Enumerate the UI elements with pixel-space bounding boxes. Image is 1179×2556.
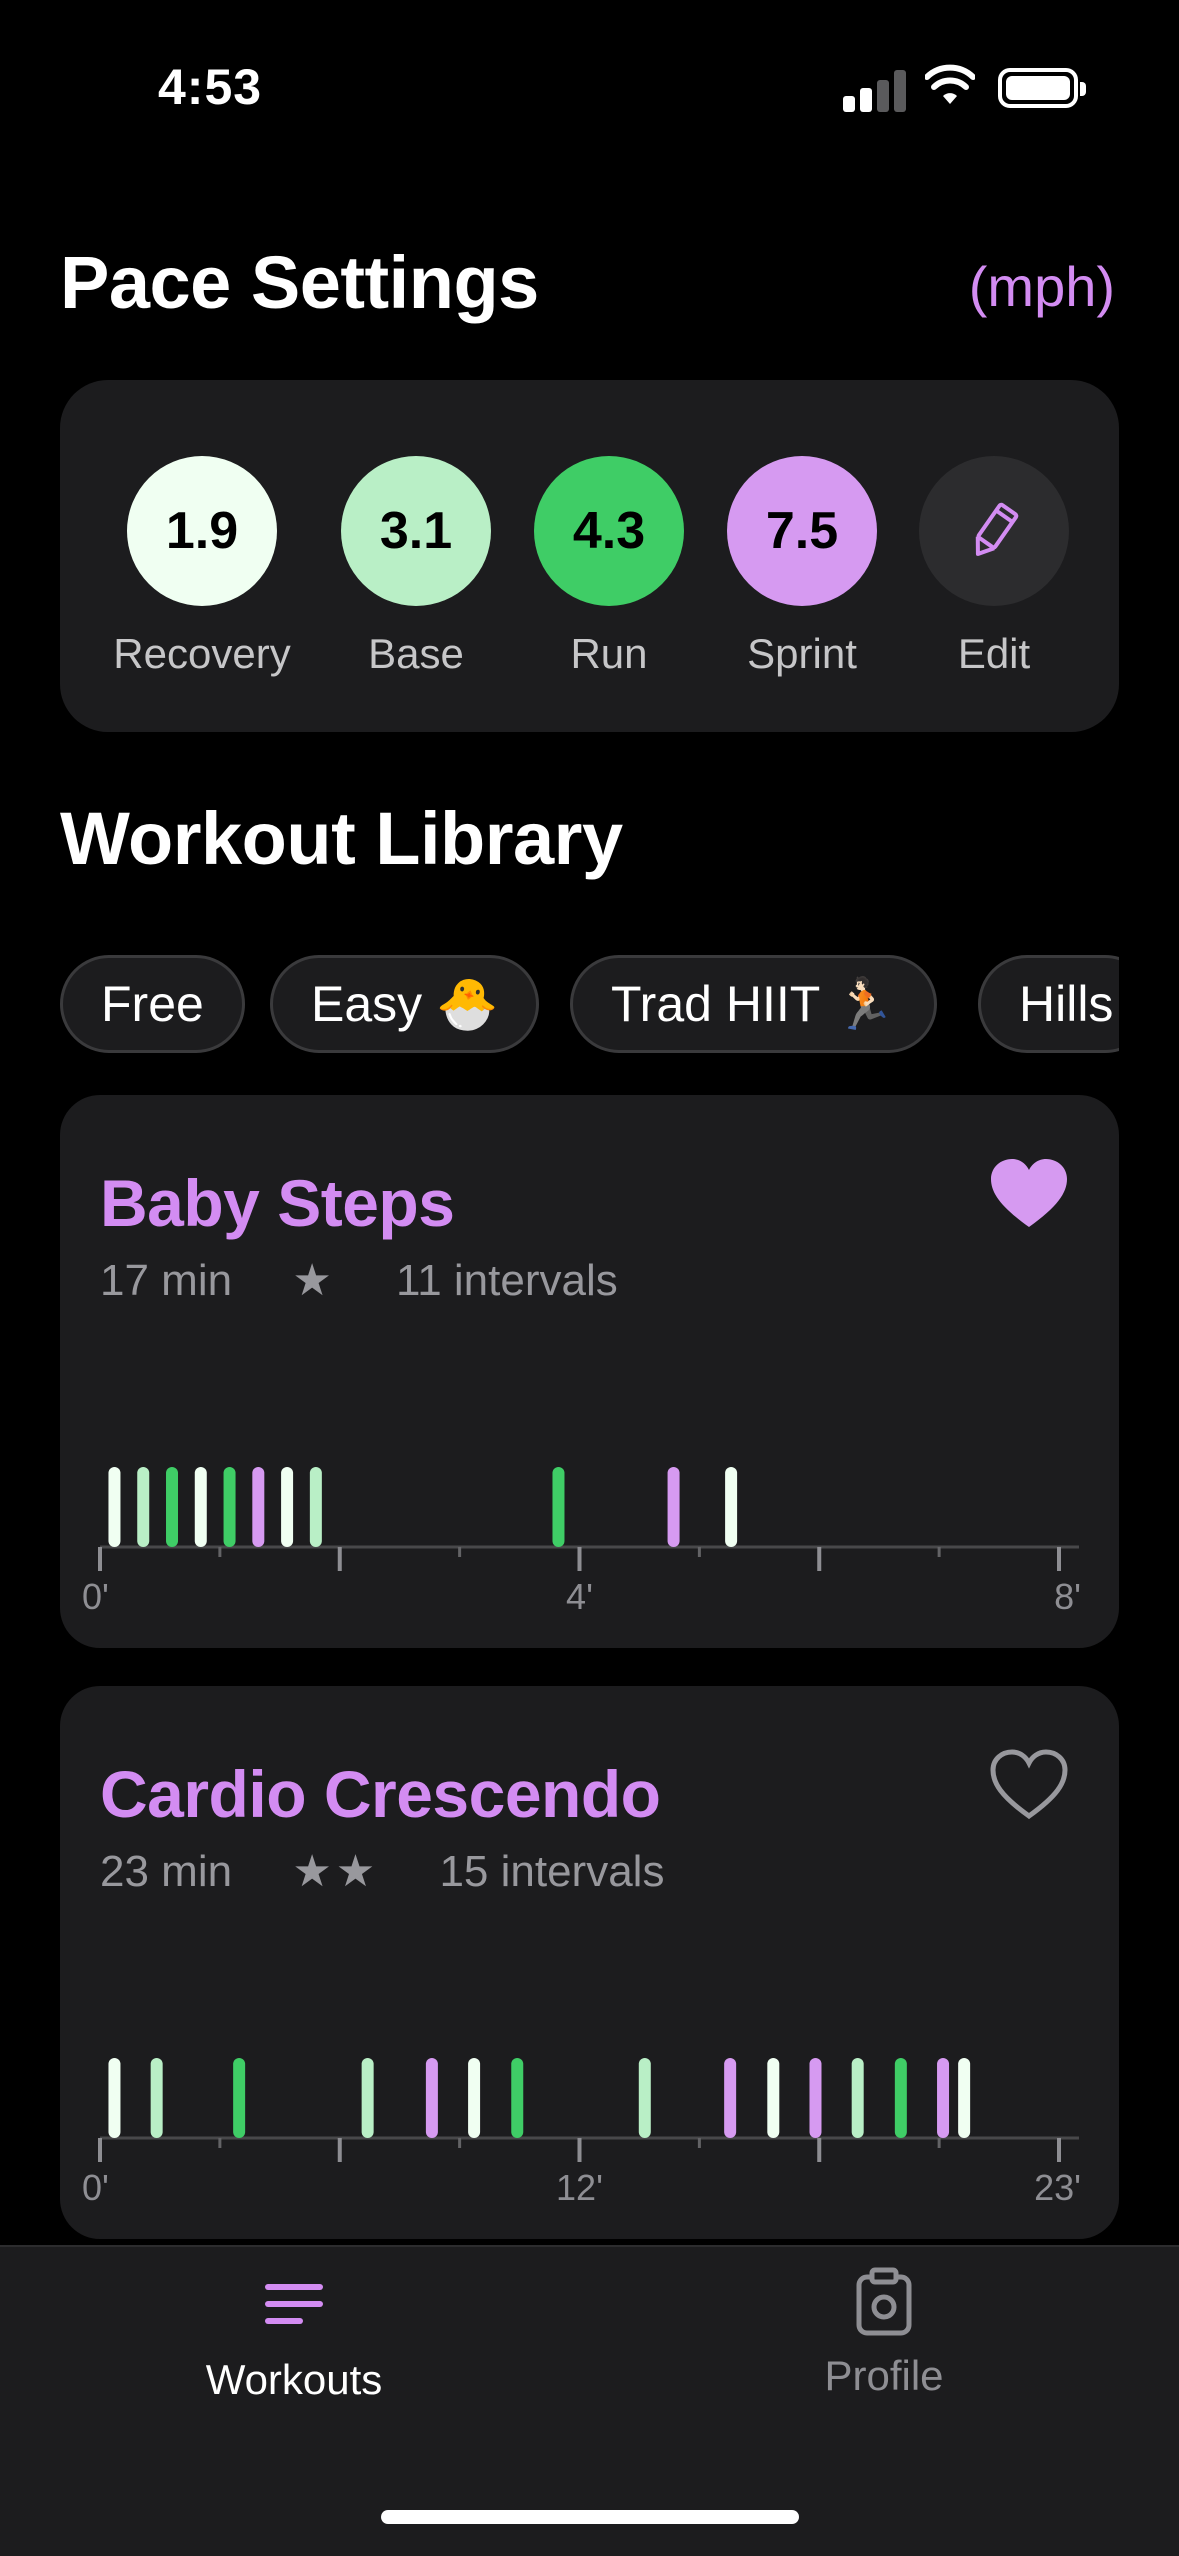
pencil-icon [919,456,1069,606]
timeline-label: 0' [82,2167,109,2208]
interval-bar-base [309,1467,322,1547]
interval-bar-run [233,2058,246,2138]
pace-label: Base [368,630,464,677]
interval-bar-recovery [468,2058,481,2138]
interval-bar-sprint [724,2058,737,2138]
chip-free[interactable]: Free [60,955,245,1053]
interval-bar-run [223,1467,236,1547]
interval-timeline: 0' 12' 23' [82,2058,1081,2208]
pace-label: Recovery [113,630,291,677]
chip-trad-hiit[interactable]: Trad HIIT 🏃🏻 [570,955,937,1053]
filter-chips: Free Easy 🐣 Trad HIIT 🏃🏻 Hills [60,955,1119,1053]
timeline-label: 0' [82,1576,109,1617]
interval-bar-recovery [194,1467,207,1547]
interval-bar-base [150,2058,163,2138]
pace-value-circle: 3.1 [341,456,491,606]
cellular-signal-icon [843,68,907,112]
home-indicator [381,2510,799,2524]
edit-paces-button[interactable]: Edit [894,456,1094,678]
interval-bar-base [361,2058,374,2138]
tab-label: Workouts [205,2356,383,2403]
interval-bar-recovery [958,2058,971,2138]
pace-label: Run [570,630,648,677]
workout-card[interactable]: Cardio Crescendo 23 min ★★ 15 intervals … [60,1686,1119,2239]
interval-bar-run [511,2058,524,2138]
pace-base[interactable]: 3.1 Base [316,456,516,678]
clipboard-icon [856,2267,912,2336]
interval-bar-sprint [809,2058,822,2138]
pace-value-circle: 7.5 [727,456,877,606]
interval-timeline: 0' 4' 8' [82,1467,1081,1617]
timeline-label: 8' [1054,1576,1081,1617]
timeline-label: 23' [1034,2167,1081,2208]
pace-settings-card: 1.9 Recovery 3.1 Base 4.3 Run 7.5 Sprint… [60,380,1119,732]
pace-value-circle: 4.3 [534,456,684,606]
tab-profile[interactable]: Profile [734,2267,1034,2400]
timeline-label: 12' [556,2167,603,2208]
interval-bar-recovery [108,2058,121,2138]
status-bar: 4:53 [0,0,1179,175]
interval-bar-sprint [937,2058,950,2138]
pace-recovery[interactable]: 1.9 Recovery [102,456,302,678]
tab-label: Profile [824,2352,944,2399]
chip-hills[interactable]: Hills [978,955,1119,1053]
interval-bar-recovery [725,1467,738,1547]
interval-bar-sprint [667,1467,680,1547]
interval-bar-recovery [281,1467,294,1547]
status-time: 4:53 [158,59,263,115]
interval-bar-sprint [252,1467,265,1547]
pace-run[interactable]: 4.3 Run [509,456,709,678]
tab-workouts[interactable]: Workouts [144,2279,444,2404]
timeline-label: 4' [566,1576,593,1617]
battery-icon [998,68,1086,108]
interval-bar-run [166,1467,179,1547]
interval-bar-run [552,1467,565,1547]
interval-bar-recovery [108,1467,121,1547]
chip-easy[interactable]: Easy 🐣 [270,955,540,1053]
interval-bar-base [851,2058,864,2138]
pace-sprint[interactable]: 7.5 Sprint [702,456,902,678]
list-icon [265,2284,323,2324]
interval-bar-base [137,1467,150,1547]
unit-toggle[interactable]: (mph) [969,254,1115,319]
workout-card[interactable]: Baby Steps 17 min ★ 11 intervals 0' 4' 8' [60,1095,1119,1648]
interval-bar-recovery [767,2058,780,2138]
interval-bar-sprint [425,2058,438,2138]
pace-value-circle: 1.9 [127,456,277,606]
workout-library-title: Workout Library [60,797,623,880]
wifi-icon [925,64,975,104]
interval-bar-run [894,2058,907,2138]
pace-label: Sprint [747,630,857,677]
interval-bar-base [638,2058,651,2138]
edit-label: Edit [957,630,1031,677]
pace-settings-title: Pace Settings [60,241,539,324]
